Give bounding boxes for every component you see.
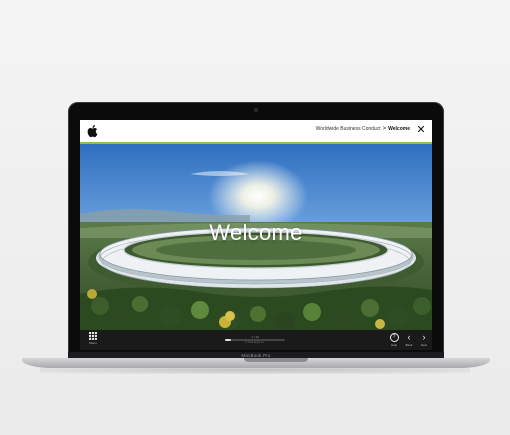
laptop-base [22,358,490,368]
progress-fill [225,339,231,341]
close-icon[interactable]: ✕ [415,123,427,137]
help-button[interactable]: ? Help [388,332,400,348]
back-button[interactable]: ‹ Back [403,332,415,348]
progress-indicator: 1 / 10 © 2019 Apple Inc. [220,335,290,345]
lid-notch [244,358,308,362]
menu-label: Menu [89,341,97,345]
screen-bezel: Worldwide Business Conduct > Welcome ✕ W… [68,102,444,360]
help-icon: ? [389,333,399,342]
chevron-right-icon: › [422,332,426,342]
menu-button[interactable]: Menu [84,332,102,348]
breadcrumb: Worldwide Business Conduct > Welcome [316,126,410,132]
app-window: Worldwide Business Conduct > Welcome ✕ W… [80,120,432,350]
breadcrumb-current: Welcome [388,126,410,132]
breadcrumb-parent[interactable]: Worldwide Business Conduct [316,126,381,132]
bottom-bar: Menu 1 / 10 © 2019 Apple Inc. ? Help ‹ B… [80,330,432,350]
next-button[interactable]: › Next [418,332,430,348]
apple-logo-icon [87,125,98,138]
laptop-mockup: Worldwide Business Conduct > Welcome ✕ W… [0,0,510,435]
top-bar: Worldwide Business Conduct > Welcome ✕ [80,120,432,144]
breadcrumb-separator: > [382,126,387,132]
next-label: Next [420,343,428,347]
chevron-left-icon: ‹ [407,332,411,342]
grid-menu-icon [89,332,97,340]
progress-track [225,339,285,341]
progress-subtext: © 2019 Apple Inc. [245,341,265,344]
nav-controls: ? Help ‹ Back › Next [388,332,430,348]
back-label: Back [405,343,413,347]
camera [254,108,258,112]
help-label: Help [390,343,398,347]
hero-title: Welcome [209,220,303,245]
hero-image: Welcome [80,144,432,330]
